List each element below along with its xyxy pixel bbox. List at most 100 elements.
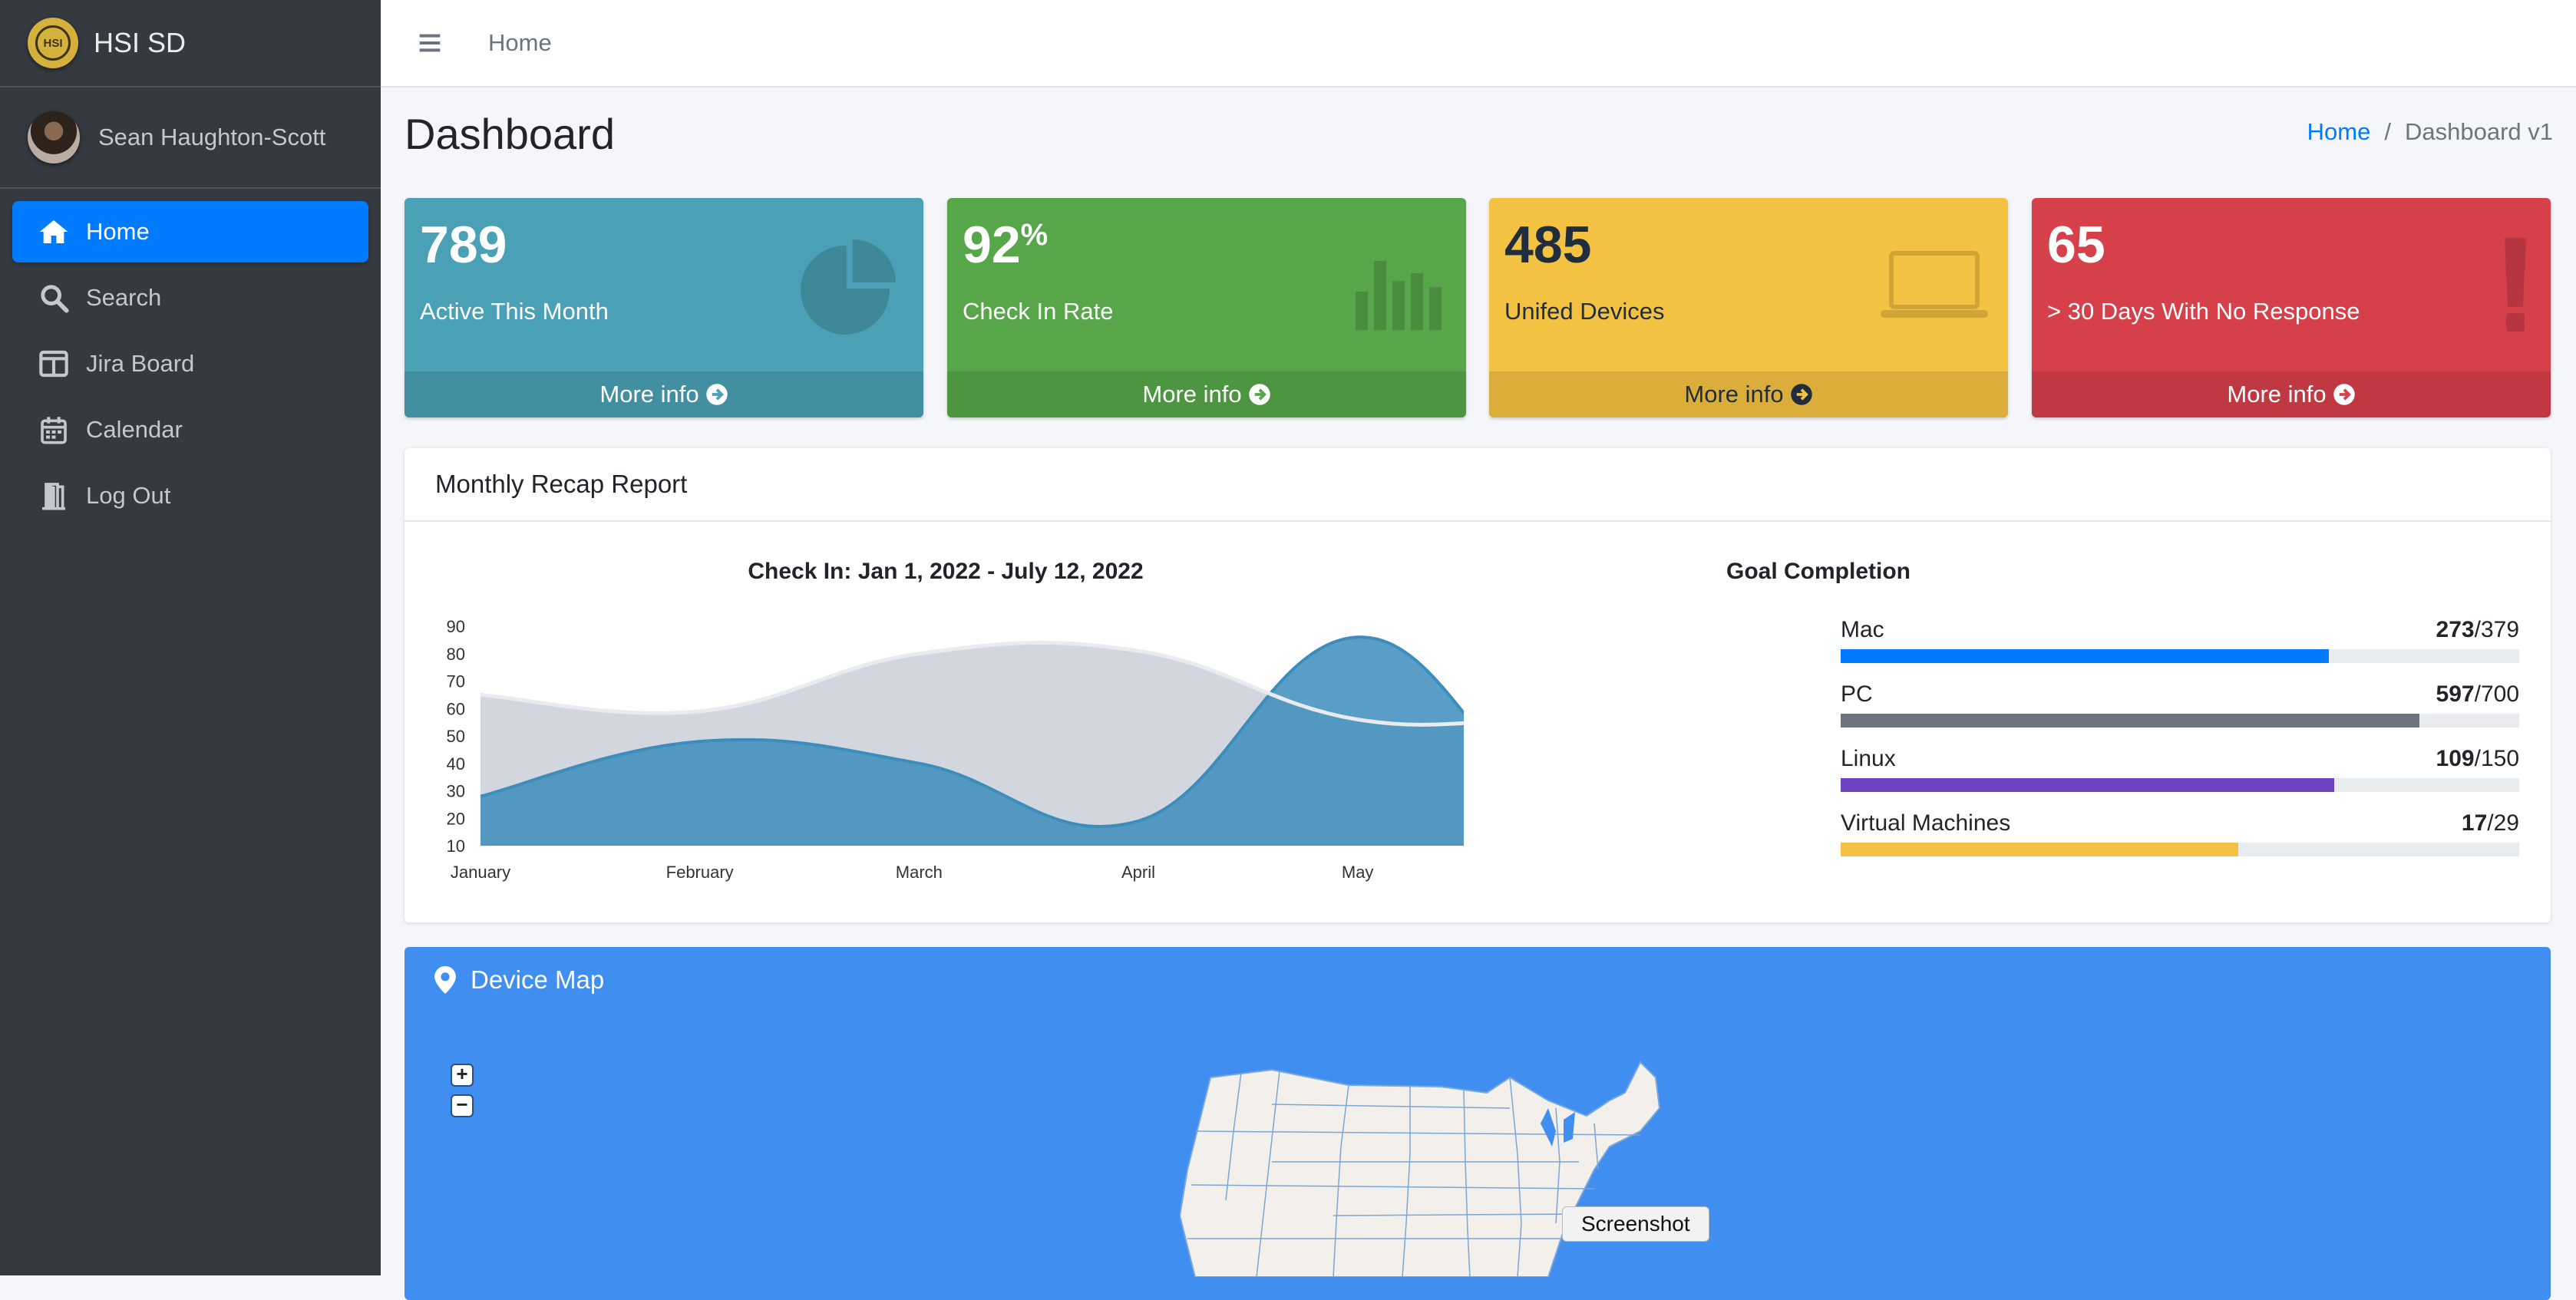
zoom-in-button[interactable]: + [451,1064,474,1087]
y-tick-label: 60 [447,699,465,718]
goal-count: 273/379 [2436,617,2519,642]
progress-bar [1841,649,2519,663]
more-info-link[interactable]: More info [405,371,923,417]
y-tick-label: 50 [447,727,465,746]
sidebar-item-label: Search [86,284,162,311]
breadcrumb-current: Dashboard v1 [2404,118,2553,145]
y-tick-label: 10 [447,836,465,856]
sidebar-item-label: Jira Board [86,350,195,377]
breadcrumb-separator: / [2384,118,2391,145]
y-tick-label: 90 [447,617,465,636]
top-home-link[interactable]: Home [488,29,552,57]
stat-box-no-response: 65 > 30 Days With No Response More info [2032,198,2551,417]
y-tick-label: 30 [447,782,465,801]
pie-chart-icon [801,239,896,335]
user-panel[interactable]: Sean Haughton-Scott [0,87,381,189]
check-in-area-chart: 90 80 70 60 50 40 30 20 10 January February March Ap… [447,617,1464,882]
more-info-link[interactable]: More info [1489,371,2008,417]
sidebar-item-home[interactable]: Home [12,201,368,262]
brand-link[interactable]: HSI HSI SD [0,0,381,87]
more-info-link[interactable]: More info [2032,371,2551,417]
stat-value: 485 [1504,215,1591,275]
brand-text: HSI SD [94,27,187,58]
breadcrumb-home-link[interactable]: Home [2307,118,2371,145]
door-open-icon [42,483,65,510]
progress-fill [1841,843,2239,856]
columns-icon [39,350,68,378]
more-info-link[interactable]: More info [947,371,1466,417]
x-tick-label: April [1121,863,1155,882]
zoom-out-button[interactable]: − [451,1094,474,1117]
exclamation-icon [2505,238,2526,332]
x-tick-label: January [451,863,510,882]
calendar-icon [41,417,67,444]
laptop-icon [1881,251,1988,318]
stat-value: 789 [420,215,507,275]
stat-number: 485 [1504,216,1592,274]
goal-label: Mac [1841,617,1884,642]
y-tick-label: 40 [447,754,465,774]
stat-label: Active This Month [420,298,609,325]
goal-item-virtual-machines: Virtual Machines 17/29 [1841,810,2519,856]
sidebar-item-log-out[interactable]: Log Out [12,465,368,526]
page-title: Dashboard [405,110,615,158]
goal-label: Virtual Machines [1841,810,2011,836]
stat-number: 92 [963,216,1021,274]
stat-value: 92% [963,215,1048,275]
screenshot-button[interactable]: Screenshot [1562,1206,1709,1242]
sidebar-item-label: Log Out [86,482,171,509]
avatar [28,111,80,163]
chart-title: Check In: Jan 1, 2022 - July 12, 2022 [748,559,1144,584]
sidebar-item-jira-board[interactable]: Jira Board [12,333,368,394]
progress-bar [1841,714,2519,728]
stat-number: 789 [420,216,507,274]
user-name: Sean Haughton-Scott [98,124,326,150]
breadcrumb: Home / Dashboard v1 [2307,118,2553,146]
arrow-circle-right-icon [705,384,728,405]
more-info-label: More info [1142,381,1242,407]
goal-item-mac: Mac 273/379 [1841,617,2519,663]
device-map-title: Device Map [471,965,605,994]
us-map[interactable] [1180,1047,1763,1277]
more-info-label: More info [2227,381,2327,407]
x-tick-label: March [896,863,943,882]
sidebar-item-label: Home [86,218,150,245]
y-tick-label: 80 [447,645,465,664]
goal-label: Linux [1841,746,1896,771]
goal-item-pc: PC 597/700 [1841,681,2519,728]
device-map-header: Device Map [434,965,604,995]
sidebar: HSI HSI SD Sean Haughton-Scott Home Sear… [0,0,381,1275]
progress-fill [1841,714,2420,728]
brand-logo: HSI [28,18,78,68]
sidebar-item-calendar[interactable]: Calendar [12,399,368,460]
goal-completion-title: Goal Completion [1726,559,1911,584]
device-map-card: Device Map + − Screenshot [405,947,2551,1300]
arrow-circle-right-icon [1790,384,1812,405]
progress-fill [1841,778,2334,792]
sidebar-item-search[interactable]: Search [12,267,368,328]
stat-number: 65 [2047,216,2105,274]
goal-item-linux: Linux 109/150 [1841,746,2519,792]
stat-box-check-in-rate: 92% Check In Rate More info [947,198,1466,417]
y-tick-label: 70 [447,672,465,691]
progress-fill [1841,649,2330,663]
card-title: Monthly Recap Report [405,448,2551,522]
stat-box-unified-devices: 485 Unifed Devices More info [1489,198,2008,417]
map-marker-icon [434,966,456,994]
sidebar-item-label: Calendar [86,416,183,443]
stat-box-active: 789 Active This Month More info [405,198,923,417]
brand-logo-text: HSI [35,25,71,61]
stat-value: 65 [2047,215,2105,275]
goal-label: PC [1841,681,1873,707]
stat-label: Unifed Devices [1504,298,1665,325]
stat-label: Check In Rate [963,298,1114,325]
bar-chart-icon [1356,261,1442,330]
stat-label: > 30 Days With No Response [2047,298,2360,325]
home-icon [39,220,68,243]
goal-count: 17/29 [2461,810,2519,836]
more-info-label: More info [1684,381,1784,407]
monthly-recap-card: Monthly Recap Report Check In: Jan 1, 20… [405,448,2551,922]
search-icon [41,285,69,313]
goal-count: 597/700 [2436,681,2519,707]
hamburger-menu-icon[interactable] [418,31,442,55]
